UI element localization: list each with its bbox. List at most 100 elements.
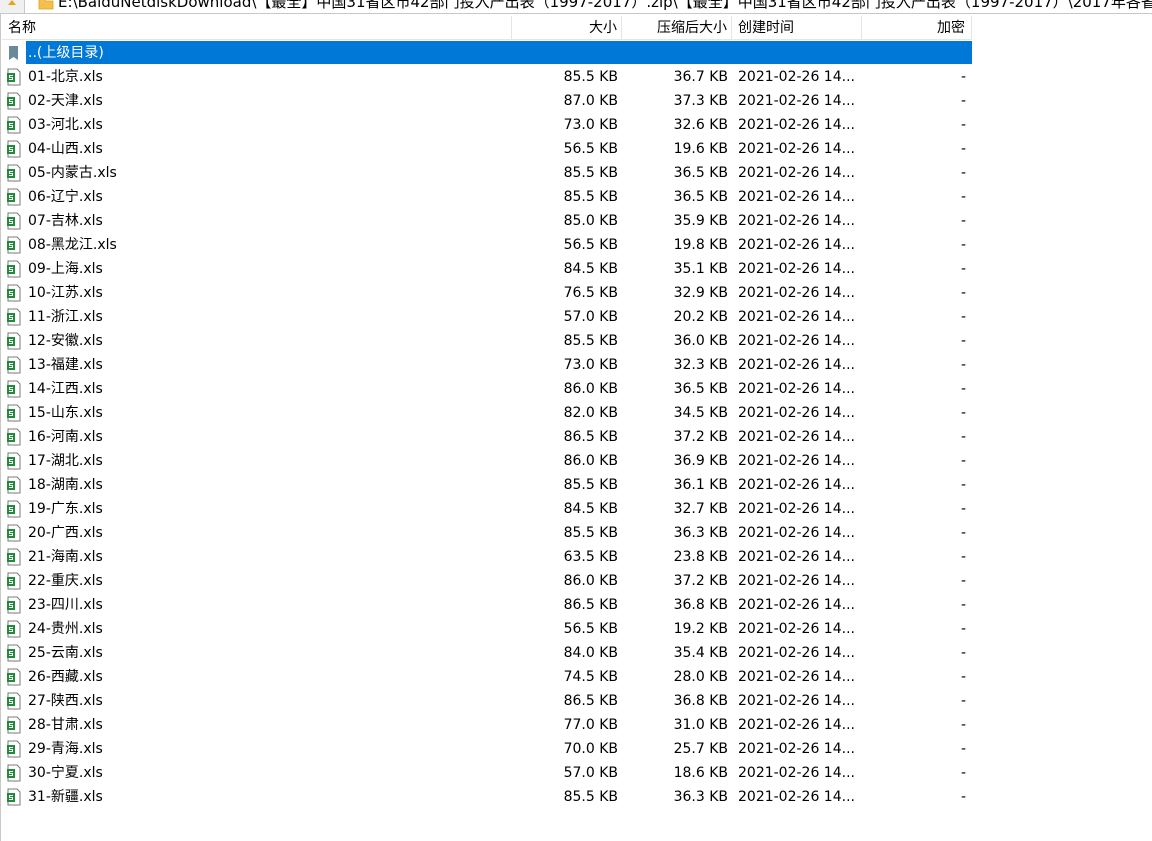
file-row[interactable]: 16-河南.xls 86.5 KB 37.2 KB 2021-02-26 14... - <box>2 425 972 449</box>
file-name: 27-陕西.xls <box>28 693 103 709</box>
file-name: 23-四川.xls <box>28 597 103 613</box>
file-name: 01-北京.xls <box>28 69 103 85</box>
file-row[interactable]: 14-江西.xls 86.0 KB 36.5 KB 2021-02-26 14... - <box>2 377 972 401</box>
file-name: 18-湖南.xls <box>28 477 103 493</box>
file-encrypted: - <box>960 141 966 157</box>
file-row[interactable]: 23-四川.xls 86.5 KB 36.8 KB 2021-02-26 14... - <box>2 593 972 617</box>
file-list[interactable]: 名称 大小 压缩后大小 创建时间 加密 ..(上级目录) 01-北京.xls 85… <box>2 16 972 809</box>
file-packed-size: 35.9 KB <box>673 213 728 229</box>
file-row[interactable]: 22-重庆.xls 86.0 KB 37.2 KB 2021-02-26 14... - <box>2 569 972 593</box>
file-row[interactable]: 21-海南.xls 63.5 KB 23.8 KB 2021-02-26 14... - <box>2 545 972 569</box>
file-created-time: 2021-02-26 14... <box>738 237 855 253</box>
file-row[interactable]: 05-内蒙古.xls 85.5 KB 36.5 KB 2021-02-26 14...… <box>2 161 972 185</box>
file-row[interactable]: 30-宁夏.xls 57.0 KB 18.6 KB 2021-02-26 14... - <box>2 761 972 785</box>
file-size: 86.5 KB <box>563 597 618 613</box>
file-name: 26-西藏.xls <box>28 669 103 685</box>
file-row[interactable]: 28-甘肃.xls 77.0 KB 31.0 KB 2021-02-26 14... - <box>2 713 972 737</box>
file-encrypted: - <box>960 381 966 397</box>
file-packed-size: 36.8 KB <box>673 693 728 709</box>
file-created-time: 2021-02-26 14... <box>738 69 855 85</box>
file-encrypted: - <box>960 693 966 709</box>
file-row[interactable]: 04-山西.xls 56.5 KB 19.6 KB 2021-02-26 14... - <box>2 137 972 161</box>
file-row[interactable]: 29-青海.xls 70.0 KB 25.7 KB 2021-02-26 14... - <box>2 737 972 761</box>
file-size: 86.5 KB <box>563 429 618 445</box>
file-name: 31-新疆.xls <box>28 789 103 805</box>
address-bar[interactable]: E:\BaiduNetdiskDownload\【最全】中国31省区市42部门投… <box>0 0 1152 14</box>
file-size: 70.0 KB <box>563 741 618 757</box>
file-encrypted: - <box>960 765 966 781</box>
file-created-time: 2021-02-26 14... <box>738 405 855 421</box>
file-encrypted: - <box>960 309 966 325</box>
file-size: 86.5 KB <box>563 693 618 709</box>
file-row[interactable]: 26-西藏.xls 74.5 KB 28.0 KB 2021-02-26 14... - <box>2 665 972 689</box>
file-row[interactable]: 01-北京.xls 85.5 KB 36.7 KB 2021-02-26 14... - <box>2 65 972 89</box>
file-name: 12-安徽.xls <box>28 333 103 349</box>
column-header-packed-size[interactable]: 压缩后大小 <box>622 16 732 40</box>
file-size: 76.5 KB <box>563 285 618 301</box>
file-row[interactable]: 03-河北.xls 73.0 KB 32.6 KB 2021-02-26 14... - <box>2 113 972 137</box>
file-created-time: 2021-02-26 14... <box>738 717 855 733</box>
file-encrypted: - <box>960 213 966 229</box>
file-size: 56.5 KB <box>563 237 618 253</box>
file-row[interactable]: 15-山东.xls 82.0 KB 34.5 KB 2021-02-26 14... - <box>2 401 972 425</box>
file-name: 13-福建.xls <box>28 357 103 373</box>
file-row[interactable]: 31-新疆.xls 85.5 KB 36.3 KB 2021-02-26 14... - <box>2 785 972 809</box>
file-size: 74.5 KB <box>563 669 618 685</box>
file-row[interactable]: 24-贵州.xls 56.5 KB 19.2 KB 2021-02-26 14... - <box>2 617 972 641</box>
file-name: 17-湖北.xls <box>28 453 103 469</box>
column-header-size[interactable]: 大小 <box>512 16 622 40</box>
file-row[interactable]: 06-辽宁.xls 85.5 KB 36.5 KB 2021-02-26 14... - <box>2 185 972 209</box>
file-packed-size: 36.5 KB <box>673 381 728 397</box>
file-name: 11-浙江.xls <box>28 309 103 325</box>
file-created-time: 2021-02-26 14... <box>738 381 855 397</box>
folder-icon <box>38 0 54 10</box>
file-name: 30-宁夏.xls <box>28 765 103 781</box>
file-row[interactable]: 09-上海.xls 84.5 KB 35.1 KB 2021-02-26 14... - <box>2 257 972 281</box>
file-packed-size: 20.2 KB <box>673 309 728 325</box>
file-created-time: 2021-02-26 14... <box>738 285 855 301</box>
file-created-time: 2021-02-26 14... <box>738 573 855 589</box>
column-header-encrypted[interactable]: 加密 <box>862 16 972 40</box>
file-name: 20-广西.xls <box>28 525 103 541</box>
file-created-time: 2021-02-26 14... <box>738 189 855 205</box>
file-created-time: 2021-02-26 14... <box>738 333 855 349</box>
file-encrypted: - <box>960 117 966 133</box>
parent-directory-row[interactable]: ..(上级目录) <box>2 41 972 65</box>
file-created-time: 2021-02-26 14... <box>738 789 855 805</box>
file-row[interactable]: 12-安徽.xls 85.5 KB 36.0 KB 2021-02-26 14... - <box>2 329 972 353</box>
window-left-border <box>0 13 1 841</box>
file-row[interactable]: 02-天津.xls 87.0 KB 37.3 KB 2021-02-26 14... - <box>2 89 972 113</box>
file-packed-size: 32.7 KB <box>673 501 728 517</box>
file-row[interactable]: 25-云南.xls 84.0 KB 35.4 KB 2021-02-26 14... - <box>2 641 972 665</box>
file-created-time: 2021-02-26 14... <box>738 357 855 373</box>
up-arrow-icon <box>8 0 16 5</box>
file-row[interactable]: 20-广西.xls 85.5 KB 36.3 KB 2021-02-26 14... - <box>2 521 972 545</box>
file-row[interactable]: 17-湖北.xls 86.0 KB 36.9 KB 2021-02-26 14... - <box>2 449 972 473</box>
file-row[interactable]: 19-广东.xls 84.5 KB 32.7 KB 2021-02-26 14... - <box>2 497 972 521</box>
file-size: 87.0 KB <box>563 93 618 109</box>
column-header-row: 名称 大小 压缩后大小 创建时间 加密 <box>2 16 972 41</box>
file-row[interactable]: 27-陕西.xls 86.5 KB 36.8 KB 2021-02-26 14... - <box>2 689 972 713</box>
file-packed-size: 28.0 KB <box>673 669 728 685</box>
file-name: 21-海南.xls <box>28 549 103 565</box>
file-packed-size: 37.2 KB <box>673 573 728 589</box>
file-row[interactable]: 07-吉林.xls 85.0 KB 35.9 KB 2021-02-26 14... - <box>2 209 972 233</box>
file-packed-size: 25.7 KB <box>673 741 728 757</box>
file-row[interactable]: 11-浙江.xls 57.0 KB 20.2 KB 2021-02-26 14... - <box>2 305 972 329</box>
file-row[interactable]: 13-福建.xls 73.0 KB 32.3 KB 2021-02-26 14... - <box>2 353 972 377</box>
file-packed-size: 36.3 KB <box>673 525 728 541</box>
file-row[interactable]: 08-黑龙江.xls 56.5 KB 19.8 KB 2021-02-26 14...… <box>2 233 972 257</box>
file-created-time: 2021-02-26 14... <box>738 213 855 229</box>
file-encrypted: - <box>960 717 966 733</box>
file-encrypted: - <box>960 189 966 205</box>
file-packed-size: 37.3 KB <box>673 93 728 109</box>
file-name: 29-青海.xls <box>28 741 103 757</box>
file-row[interactable]: 18-湖南.xls 85.5 KB 36.1 KB 2021-02-26 14... - <box>2 473 972 497</box>
file-size: 56.5 KB <box>563 141 618 157</box>
column-header-created[interactable]: 创建时间 <box>732 16 862 40</box>
file-row[interactable]: 10-江苏.xls 76.5 KB 32.9 KB 2021-02-26 14... - <box>2 281 972 305</box>
file-created-time: 2021-02-26 14... <box>738 669 855 685</box>
file-created-time: 2021-02-26 14... <box>738 309 855 325</box>
up-folder-button[interactable] <box>0 0 25 13</box>
column-header-name[interactable]: 名称 <box>2 16 512 40</box>
